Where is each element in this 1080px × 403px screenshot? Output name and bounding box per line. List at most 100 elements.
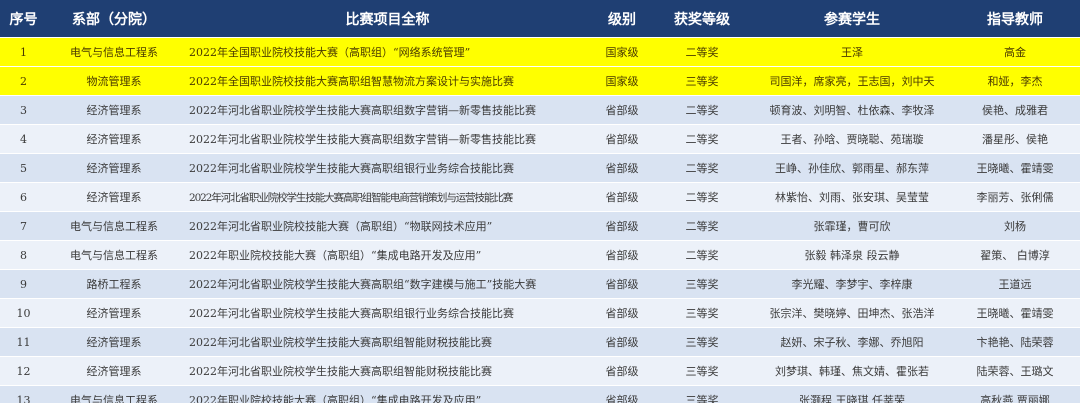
cell-award: 二等奖 [650, 182, 754, 212]
cell-award: 二等奖 [650, 37, 754, 67]
header-award: 获奖等级 [650, 0, 754, 38]
cell-teachers: 高秋燕 贾丽娜 [950, 385, 1080, 403]
cell-teachers: 王晓曦、霍靖雯 [950, 298, 1080, 328]
cell-no: 2 [0, 66, 47, 96]
cell-project: 2022年职业院校技能大赛（高职组）“集成电路开发及应用” [181, 240, 594, 270]
cell-no: 5 [0, 153, 47, 183]
cell-dept: 电气与信息工程系 [47, 37, 181, 67]
cell-students: 王泽 [754, 37, 950, 67]
cell-award: 三等奖 [650, 356, 754, 386]
cell-teachers: 翟策、 白博淳 [950, 240, 1080, 270]
cell-students: 林紫怡、刘雨、张安琪、吴莹莹 [754, 182, 950, 212]
cell-level: 省部级 [594, 153, 650, 183]
cell-level: 省部级 [594, 298, 650, 328]
cell-award: 三等奖 [650, 327, 754, 357]
cell-students: 张灏程 王晓琪 任莘荣 [754, 385, 950, 403]
cell-no: 10 [0, 298, 47, 328]
cell-dept: 经济管理系 [47, 153, 181, 183]
cell-students: 刘梦琪、韩瑾、焦文婧、霍张若 [754, 356, 950, 386]
cell-dept: 经济管理系 [47, 124, 181, 154]
cell-dept: 路桥工程系 [47, 269, 181, 299]
cell-level: 国家级 [594, 37, 650, 67]
cell-no: 9 [0, 269, 47, 299]
cell-project: 2022年河北省职业院校学生技能大赛高职组“数字建模与施工”技能大赛 [181, 269, 594, 299]
cell-dept: 电气与信息工程系 [47, 240, 181, 270]
cell-teachers: 潘星彤、侯艳 [950, 124, 1080, 154]
table-row: 3 经济管理系 2022年河北省职业院校学生技能大赛高职组数字营销—新零售技能比赛省… [0, 95, 1080, 125]
table-row: 6 经济管理系 2022年河北省职业院校学生技能大赛高职组智能电商营销策划与运营技能… [0, 182, 1080, 212]
cell-dept: 经济管理系 [47, 182, 181, 212]
cell-no: 13 [0, 385, 47, 403]
cell-students: 张毅 韩泽泉 段云静 [754, 240, 950, 270]
cell-teachers: 陆荣蓉、王璐文 [950, 356, 1080, 386]
cell-project: 2022年河北省职业院校学生技能大赛高职组数字营销—新零售技能比赛 [181, 124, 594, 154]
cell-students: 李光耀、李梦宇、李梓康 [754, 269, 950, 299]
cell-award: 二等奖 [650, 211, 754, 241]
cell-award: 二等奖 [650, 240, 754, 270]
table-row: 12 经济管理系 2022年河北省职业院校学生技能大赛高职组智能财税技能比赛 省部级三… [0, 356, 1080, 386]
cell-dept: 电气与信息工程系 [47, 385, 181, 403]
cell-teachers: 侯艳、成雅君 [950, 95, 1080, 125]
cell-no: 3 [0, 95, 47, 125]
cell-project: 2022年河北省职业院校学生技能大赛高职组智能电商营销策划与运营技能比赛 [181, 182, 594, 212]
cell-level: 省部级 [594, 182, 650, 212]
table-row: 11 经济管理系 2022年河北省职业院校学生技能大赛高职组智能财税技能比赛 省部级三… [0, 327, 1080, 357]
cell-no: 6 [0, 182, 47, 212]
cell-dept: 电气与信息工程系 [47, 211, 181, 241]
table-row: 8 电气与信息工程系 2022年职业院校技能大赛（高职组）“集成电路开发及应用” 省部… [0, 240, 1080, 270]
cell-award: 三等奖 [650, 385, 754, 403]
table-body: 1 电气与信息工程系 2022年全国职业院校技能大赛（高职组）“网络系统管理” 国家级… [0, 37, 1080, 403]
table-row: 1 电气与信息工程系 2022年全国职业院校技能大赛（高职组）“网络系统管理” 国家级… [0, 37, 1080, 67]
table-row: 10 经济管理系 2022年河北省职业院校学生技能大赛高职组银行业务综合技能比赛 省部… [0, 298, 1080, 328]
cell-project: 2022年河北省职业院校学生技能大赛高职组智能财税技能比赛 [181, 356, 594, 386]
awards-table: 序号 系部（分院） 比赛项目全称 级别 获奖等级 参赛学生 指导教师 1 电气与信… [0, 0, 1080, 403]
cell-award: 二等奖 [650, 124, 754, 154]
table-row: 7 电气与信息工程系 2022年河北省职业院校技能大赛（高职组）“物联网技术应用” 省… [0, 211, 1080, 241]
cell-award: 二等奖 [650, 95, 754, 125]
cell-students: 王峥、孙佳欣、郭雨星、郝东萍 [754, 153, 950, 183]
table-row: 4 经济管理系 2022年河北省职业院校学生技能大赛高职组数字营销—新零售技能比赛省… [0, 124, 1080, 154]
cell-teachers: 高金 [950, 37, 1080, 67]
cell-no: 8 [0, 240, 47, 270]
header-dept: 系部（分院） [47, 0, 181, 38]
cell-no: 1 [0, 37, 47, 67]
cell-level: 国家级 [594, 66, 650, 96]
cell-award: 三等奖 [650, 298, 754, 328]
table-header: 序号 系部（分院） 比赛项目全称 级别 获奖等级 参赛学生 指导教师 [0, 0, 1080, 38]
header-teachers: 指导教师 [950, 0, 1080, 38]
cell-award: 二等奖 [650, 153, 754, 183]
header-row: 序号 系部（分院） 比赛项目全称 级别 获奖等级 参赛学生 指导教师 [0, 0, 1080, 38]
cell-project: 2022年河北省职业院校学生技能大赛高职组银行业务综合技能比赛 [181, 153, 594, 183]
cell-award: 三等奖 [650, 66, 754, 96]
cell-no: 7 [0, 211, 47, 241]
cell-project: 2022年全国职业院校技能大赛高职组智慧物流方案设计与实施比赛 [181, 66, 594, 96]
cell-level: 省部级 [594, 269, 650, 299]
cell-no: 4 [0, 124, 47, 154]
cell-students: 张宗洋、樊晓婷、田坤杰、张浩洋 [754, 298, 950, 328]
cell-level: 省部级 [594, 211, 650, 241]
header-students: 参赛学生 [754, 0, 950, 38]
cell-level: 省部级 [594, 327, 650, 357]
cell-project: 2022年全国职业院校技能大赛（高职组）“网络系统管理” [181, 37, 594, 67]
cell-dept: 物流管理系 [47, 66, 181, 96]
cell-students: 王者、孙晗、贾晓聪、苑瑞璇 [754, 124, 950, 154]
header-level: 级别 [594, 0, 650, 38]
cell-students: 张霏瑾，曹可欣 [754, 211, 950, 241]
cell-dept: 经济管理系 [47, 298, 181, 328]
cell-dept: 经济管理系 [47, 95, 181, 125]
cell-teachers: 和娅，李杰 [950, 66, 1080, 96]
cell-teachers: 王道远 [950, 269, 1080, 299]
header-project: 比赛项目全称 [181, 0, 594, 38]
cell-project: 2022年河北省职业院校学生技能大赛高职组银行业务综合技能比赛 [181, 298, 594, 328]
cell-students: 顿育波、刘明智、杜依森、李牧泽 [754, 95, 950, 125]
cell-teachers: 王晓曦、霍靖雯 [950, 153, 1080, 183]
cell-teachers: 刘杨 [950, 211, 1080, 241]
cell-project: 2022年河北省职业院校学生技能大赛高职组数字营销—新零售技能比赛 [181, 95, 594, 125]
cell-level: 省部级 [594, 95, 650, 125]
cell-teachers: 李丽芳、张俐儒 [950, 182, 1080, 212]
cell-teachers: 卞艳艳、陆荣蓉 [950, 327, 1080, 357]
cell-no: 11 [0, 327, 47, 357]
cell-dept: 经济管理系 [47, 327, 181, 357]
table-row: 5 经济管理系 2022年河北省职业院校学生技能大赛高职组银行业务综合技能比赛 省部级… [0, 153, 1080, 183]
cell-project: 2022年河北省职业院校技能大赛（高职组）“物联网技术应用” [181, 211, 594, 241]
